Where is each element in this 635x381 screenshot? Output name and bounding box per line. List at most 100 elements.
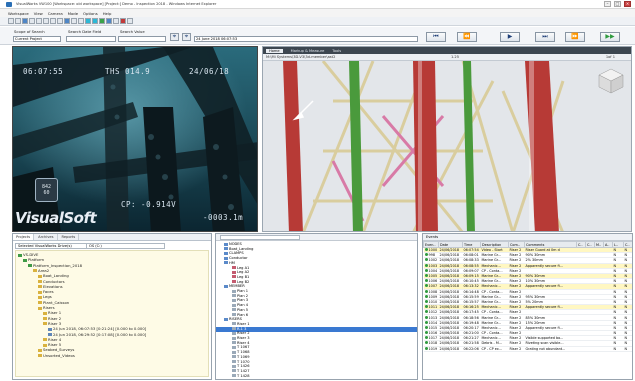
- menu-mode[interactable]: Mode: [68, 11, 78, 16]
- event-cell: Grating not abundant...: [524, 346, 577, 352]
- tree-node[interactable]: Legs: [38, 294, 52, 299]
- zoom-level[interactable]: 1.25: [451, 55, 459, 59]
- event-cell: 06:08:55: [462, 263, 481, 269]
- folder-icon: [43, 311, 47, 315]
- tab-home[interactable]: Home: [266, 48, 283, 53]
- tree-node[interactable]: Unsorted_Videos: [38, 353, 75, 358]
- event-cell: 06:20:17: [462, 325, 481, 332]
- play-icon[interactable]: [99, 18, 105, 24]
- skip-end-button[interactable]: ⏭: [535, 32, 555, 42]
- jacket-3d-model[interactable]: [263, 61, 632, 232]
- tree-node[interactable]: Boat_Landing: [38, 273, 69, 278]
- tree-node[interactable]: Elevations: [38, 284, 63, 289]
- tree-node[interactable]: Risers: [38, 305, 55, 310]
- search-value-label: Search Value: [120, 29, 145, 34]
- tree-node[interactable]: Platform: [23, 257, 44, 262]
- event-status-icon: [424, 263, 428, 267]
- open-icon[interactable]: [15, 18, 21, 24]
- fast-forward-button[interactable]: ⏩: [565, 32, 585, 42]
- tree-node[interactable]: VS-DIVE: [18, 252, 38, 257]
- event-cell: 06:21:27: [462, 335, 481, 342]
- event-cell: Riser 2: [508, 346, 525, 352]
- tree-node[interactable]: Riser 2: [43, 316, 61, 321]
- tree-node[interactable]: Platform_Inspection_2018: [28, 263, 82, 268]
- step-back-button[interactable]: ⏪: [457, 32, 477, 42]
- structure-item-label: Plan 6: [237, 312, 249, 317]
- play-button[interactable]: ▶: [500, 32, 520, 42]
- date-field-select[interactable]: [66, 36, 116, 42]
- video-pane[interactable]: 06:07:55 THS 014.9 24/06/18 842 60 CP: -…: [12, 46, 258, 232]
- tool-icon[interactable]: [113, 18, 119, 24]
- tree-node[interactable]: Riser 5: [43, 342, 61, 347]
- tool-icon[interactable]: [29, 18, 35, 24]
- tab-archives[interactable]: Archives: [35, 234, 58, 240]
- tree-node-label: 24 Jun 2018, 06:29:52 [0:17:08] [0.000 t…: [53, 331, 147, 337]
- tool-icon[interactable]: [78, 18, 84, 24]
- tree-node[interactable]: Riser 1: [43, 310, 61, 315]
- search-value-input[interactable]: [118, 36, 166, 42]
- structure-item[interactable]: T 1428: [216, 374, 417, 379]
- camera-icon[interactable]: [64, 18, 70, 24]
- drives-label: Selected VisualWorks Drive(s): [18, 244, 72, 248]
- search-next-binoculars-icon[interactable]: ⌖: [182, 33, 191, 41]
- menu-options[interactable]: Options: [83, 11, 98, 16]
- structure-item-label: Riser 2: [237, 331, 250, 336]
- event-id: 1006: [428, 279, 438, 284]
- tree-node[interactable]: Faces: [38, 289, 54, 294]
- layout-icon[interactable]: [92, 18, 98, 24]
- maximize-button[interactable]: □: [614, 1, 621, 7]
- tree-node[interactable]: Riser 3: [43, 321, 61, 326]
- event-id: 1009: [428, 294, 438, 299]
- scope-select[interactable]: Current Project: [13, 36, 61, 42]
- layout-icon[interactable]: [85, 18, 91, 24]
- event-cell: 24/06/2018: [438, 314, 463, 321]
- event-row[interactable]: 1019 24/06/2018 06:22:06 CP - CP ex... Riser…: [423, 346, 632, 352]
- minimize-button[interactable]: –: [604, 1, 611, 7]
- tree-node[interactable]: Plant_Caisson: [38, 300, 69, 305]
- skip-start-button[interactable]: ⏮: [426, 32, 446, 42]
- tree-node[interactable]: 24 Jun 2018, 06:29:52 [0:17:08] [0.000 t…: [48, 332, 146, 337]
- tree-node[interactable]: Seabed_Surveys: [38, 347, 74, 352]
- tab-reports[interactable]: Reports: [59, 234, 80, 240]
- tree-node-label: Area2: [38, 267, 50, 273]
- gauge-bottom-value: 60: [43, 190, 50, 196]
- tool-icon[interactable]: [43, 18, 49, 24]
- structure-item-label: NODES: [229, 242, 242, 246]
- tab-markup-measure[interactable]: Markup & Measure: [291, 49, 325, 53]
- drives-value[interactable]: OS (C:): [86, 244, 156, 248]
- tool-icon[interactable]: [50, 18, 56, 24]
- event-cell: 1018: [423, 340, 439, 347]
- record-icon[interactable]: [120, 18, 126, 24]
- save-icon[interactable]: [22, 18, 28, 24]
- event-cell: 1017: [423, 335, 439, 342]
- event-cell: 06:21:58: [462, 340, 481, 347]
- events-tab[interactable]: Events: [423, 234, 632, 241]
- tool-icon[interactable]: [71, 18, 77, 24]
- structure-search-input[interactable]: [220, 235, 300, 240]
- grid-icon[interactable]: [106, 18, 112, 24]
- event-cell: 24/06/2018: [438, 289, 463, 295]
- tree-node[interactable]: Riser 4: [43, 337, 61, 342]
- menu-help[interactable]: Help: [103, 11, 112, 16]
- tree-node[interactable]: 24 Jun 2018, 06:07:53 [0:21:24] [0.000 t…: [48, 326, 146, 331]
- menu-workspace[interactable]: Workspace: [8, 11, 29, 16]
- tab-tools[interactable]: Tools: [332, 49, 341, 53]
- close-button[interactable]: ×: [624, 1, 631, 7]
- event-cell: 1009: [423, 294, 439, 300]
- drives-selector[interactable]: Selected VisualWorks Drive(s) OS (C:): [15, 243, 165, 249]
- tree-node[interactable]: Conductors: [38, 279, 65, 284]
- go-live-button[interactable]: ▶▶: [600, 32, 620, 42]
- toolbar: [0, 17, 635, 26]
- menu-camera[interactable]: Camera: [48, 11, 63, 16]
- new-icon[interactable]: [8, 18, 14, 24]
- tool-icon[interactable]: [36, 18, 42, 24]
- tree-node[interactable]: Area2: [33, 268, 49, 273]
- tab-projects[interactable]: Projects: [13, 234, 35, 240]
- date-time-input[interactable]: 24 June 2018 06:07:53: [194, 36, 418, 42]
- search-binoculars-icon[interactable]: ⌖: [170, 33, 179, 41]
- menu-view[interactable]: View: [34, 11, 43, 16]
- event-cell: N: [623, 346, 632, 352]
- tool-icon[interactable]: [127, 18, 133, 24]
- tool-icon[interactable]: [57, 18, 63, 24]
- event-id: 1019: [428, 346, 438, 351]
